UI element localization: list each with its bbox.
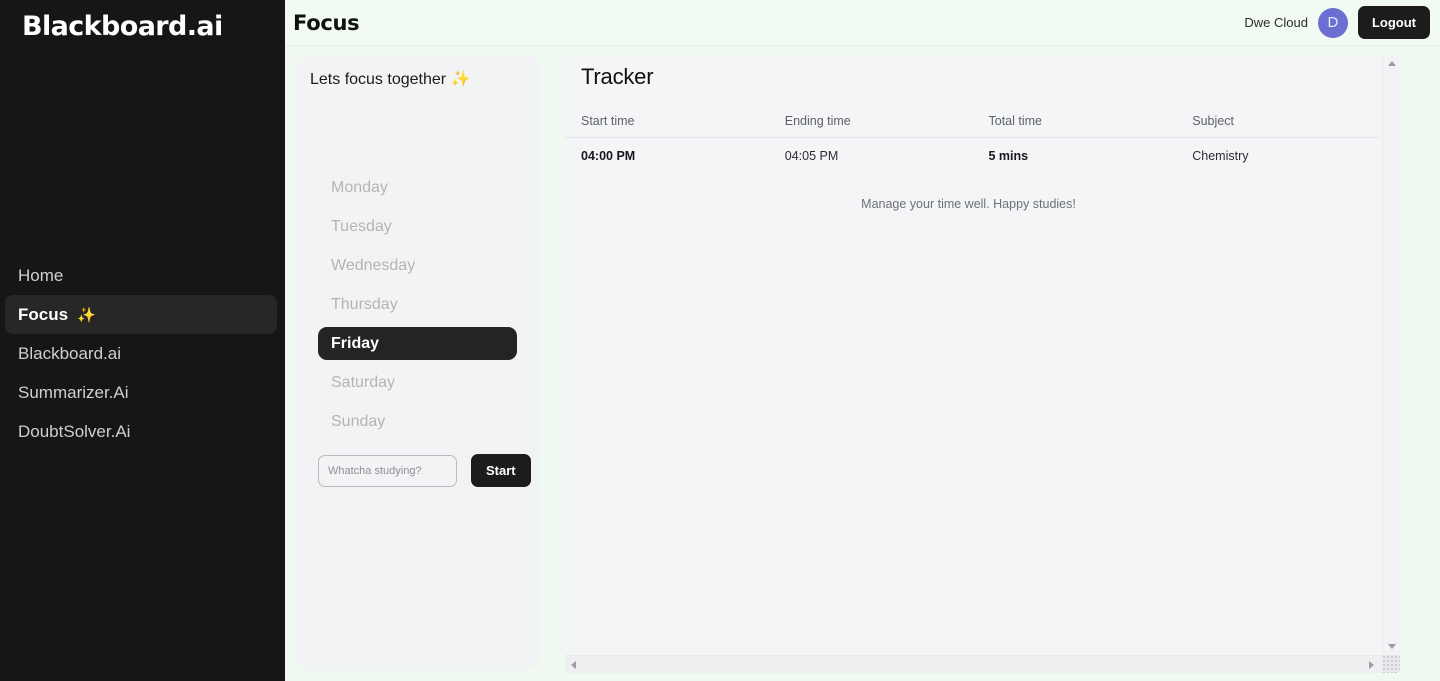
day-item-monday[interactable]: Monday: [318, 171, 517, 204]
column-header-start-time: Start time: [565, 114, 769, 138]
sidebar-item-doubtsolver[interactable]: DoubtSolver.Ai: [5, 412, 277, 451]
focus-card: Lets focus together ✨ Monday Tuesday Wed…: [296, 55, 539, 670]
logout-button[interactable]: Logout: [1357, 6, 1430, 39]
tracker-panel: Tracker Start time Ending time Total tim…: [565, 55, 1400, 673]
day-label: Friday: [331, 334, 380, 352]
column-header-subject: Subject: [1176, 114, 1380, 138]
sidebar-item-label: Summarizer.Ai: [18, 382, 129, 402]
cell-total-time: 5 mins: [988, 149, 1029, 163]
username-label: Dwe Cloud: [1244, 15, 1308, 30]
sidebar-item-label: Home: [18, 265, 64, 285]
day-label: Wednesday: [331, 256, 416, 274]
sidebar-item-summarizer[interactable]: Summarizer.Ai: [5, 373, 277, 412]
day-item-thursday[interactable]: Thursday: [318, 288, 517, 321]
day-item-wednesday[interactable]: Wednesday: [318, 249, 517, 282]
horizontal-scrollbar[interactable]: [565, 655, 1400, 673]
sidebar-item-label: Blackboard.ai: [18, 343, 122, 363]
day-label: Sunday: [331, 412, 386, 430]
scroll-left-arrow-icon[interactable]: [571, 661, 576, 669]
page-title: Focus: [293, 10, 360, 35]
focus-heading: Lets focus together ✨: [310, 71, 471, 88]
top-bar-user-area: Dwe Cloud D Logout: [1244, 6, 1435, 39]
table-header-row: Start time Ending time Total time Subjec…: [565, 114, 1380, 138]
sidebar-nav: Home Focus ✨ Blackboard.ai Summarizer.Ai…: [0, 256, 285, 451]
scroll-right-arrow-icon[interactable]: [1369, 661, 1374, 669]
tracker-title: Tracker: [581, 64, 654, 89]
day-item-tuesday[interactable]: Tuesday: [318, 210, 517, 243]
weekday-list: Monday Tuesday Wednesday Thursday Friday…: [296, 171, 539, 444]
sidebar-item-home[interactable]: Home: [5, 256, 277, 295]
sidebar-item-label: DoubtSolver.Ai: [18, 421, 131, 441]
day-item-sunday[interactable]: Sunday: [318, 405, 517, 438]
day-item-friday[interactable]: Friday: [318, 327, 517, 360]
tracker-table-head: Start time Ending time Total time Subjec…: [565, 114, 1380, 138]
sidebar-item-blackboard[interactable]: Blackboard.ai: [5, 334, 277, 373]
day-label: Saturday: [331, 373, 396, 391]
study-subject-input[interactable]: [318, 454, 457, 487]
sidebar-item-focus[interactable]: Focus ✨: [5, 295, 277, 334]
tracker-note: Manage your time well. Happy studies!: [861, 197, 1076, 211]
brand-logo: Blackboard.ai: [22, 11, 223, 42]
top-bar: Focus Dwe Cloud D Logout: [285, 0, 1440, 46]
scroll-up-arrow-icon[interactable]: [1388, 61, 1396, 66]
cell-ending-time: 04:05 PM: [784, 149, 839, 163]
day-label: Tuesday: [331, 217, 392, 235]
tracker-table-body: 04:00 PM 04:05 PM 5 mins Chemistry: [565, 138, 1380, 175]
cell-start-time: 04:00 PM: [581, 149, 636, 163]
day-label: Monday: [331, 178, 388, 196]
tracker-table: Start time Ending time Total time Subjec…: [565, 114, 1380, 174]
column-header-total-time: Total time: [972, 114, 1177, 138]
day-item-saturday[interactable]: Saturday: [318, 366, 517, 399]
column-header-ending-time: Ending time: [768, 114, 973, 138]
study-entry-row: Start: [296, 444, 539, 487]
vertical-scrollbar[interactable]: [1382, 55, 1400, 655]
resize-grip-icon[interactable]: [1382, 655, 1400, 673]
start-button[interactable]: Start: [471, 454, 531, 487]
avatar[interactable]: D: [1317, 7, 1348, 38]
sidebar: Blackboard.ai Home Focus ✨ Blackboard.ai…: [0, 0, 285, 681]
scroll-down-arrow-icon[interactable]: [1388, 644, 1396, 649]
sidebar-item-label: Focus: [18, 304, 69, 324]
table-row: 04:00 PM 04:05 PM 5 mins Chemistry: [565, 138, 1380, 175]
day-label: Thursday: [331, 295, 398, 313]
cell-subject: Chemistry: [1192, 149, 1249, 163]
sparkle-icon: ✨: [77, 306, 96, 324]
